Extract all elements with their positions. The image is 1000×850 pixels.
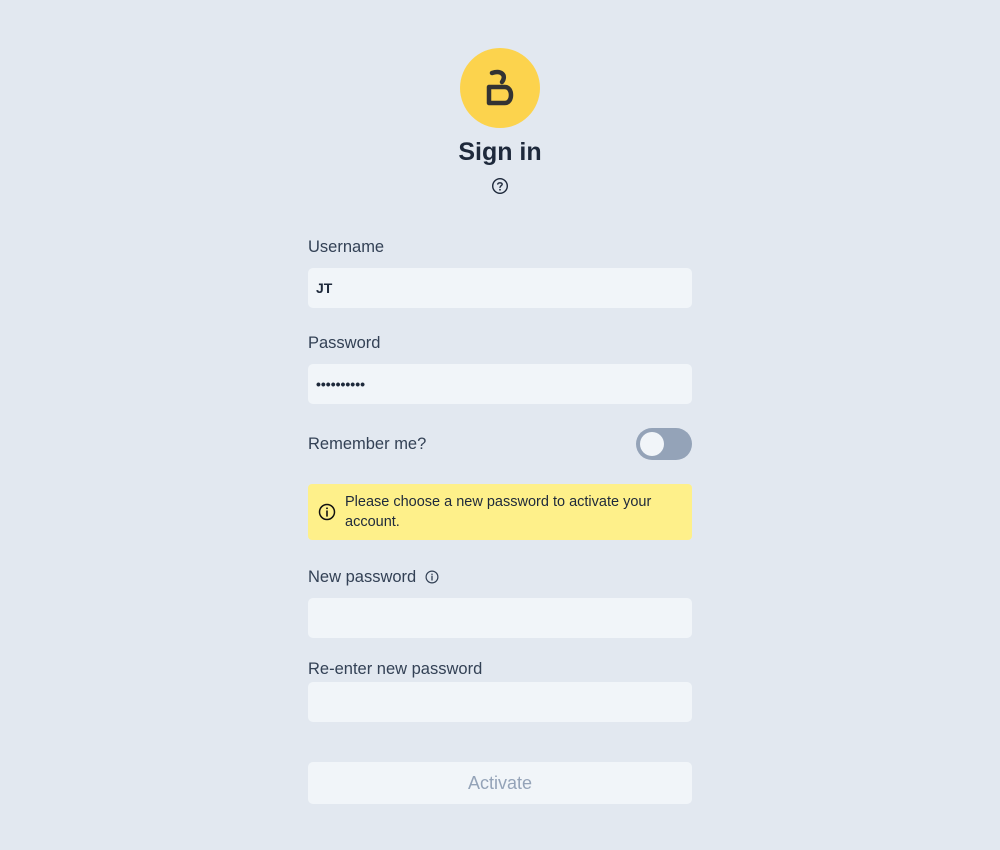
password-label: Password — [308, 334, 381, 352]
alert-text: Please choose a new password to activate… — [345, 494, 652, 530]
activate-button[interactable]: Activate — [308, 762, 692, 804]
username-input[interactable] — [308, 268, 692, 308]
sign-in-header: Sign in — [0, 48, 1000, 195]
info-circle-icon — [318, 503, 336, 521]
logo — [460, 48, 540, 128]
sign-in-form: Username Password •••••••••• Remember me… — [308, 236, 692, 804]
reenter-password-label: Re-enter new password — [308, 660, 483, 678]
remember-me-toggle[interactable] — [636, 428, 692, 460]
new-password-input[interactable] — [308, 598, 692, 638]
username-label: Username — [308, 238, 385, 256]
page-title: Sign in — [458, 138, 542, 166]
new-password-label-row: New password — [308, 566, 692, 588]
remember-me-row: Remember me? — [308, 428, 692, 460]
letter-b-logo-icon — [486, 69, 514, 106]
question-circle-icon[interactable] — [491, 177, 509, 195]
new-password-label: New password — [308, 568, 417, 586]
reenter-password-input[interactable] — [308, 682, 692, 722]
toggle-knob — [640, 432, 664, 456]
info-circle-icon[interactable] — [425, 570, 439, 584]
remember-me-label: Remember me? — [308, 435, 427, 453]
password-input[interactable]: •••••••••• — [308, 364, 692, 404]
sign-in-page: Sign in Username Password •••••••••• Rem… — [0, 0, 1000, 850]
activation-alert: Please choose a new password to activate… — [308, 484, 692, 540]
